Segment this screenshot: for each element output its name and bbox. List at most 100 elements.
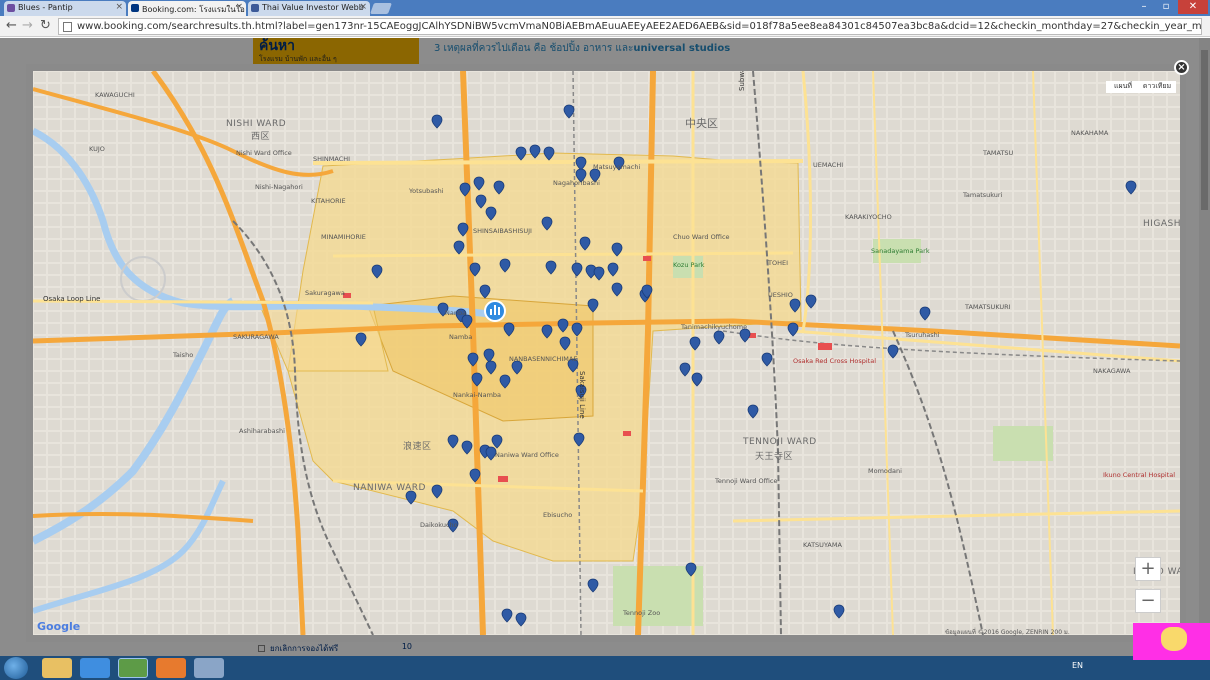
- tab-close-icon[interactable]: ×: [235, 2, 243, 12]
- booking-favicon-icon: [131, 4, 139, 12]
- desktop-pet-widget: [1133, 623, 1210, 660]
- label-sanadayama-park: Sanadayama Park: [871, 247, 930, 255]
- maximize-icon[interactable]: ▫: [1156, 0, 1176, 14]
- label-nanba: Nanba: [445, 309, 467, 317]
- tab-thaivi[interactable]: Thai Value Investor Webb ×: [248, 1, 370, 16]
- google-logo[interactable]: Google: [37, 620, 80, 633]
- zoom-out-button[interactable]: −: [1135, 589, 1161, 613]
- label-katsuyama: KATSUYAMA: [803, 541, 842, 549]
- bear-icon: [1161, 627, 1187, 651]
- url-input[interactable]: www.booking.com/searchresults.th.html?la…: [58, 18, 1202, 35]
- label-ebisucho: Ebisucho: [543, 511, 573, 519]
- label-tanimachi-line: Subway Tanimachi Line: [738, 71, 746, 91]
- label-tohei: TOHEI: [768, 259, 788, 267]
- label-tanimachi-station: Tanimachikyuchome: [681, 323, 748, 331]
- label-naniwa-ward-en: NANIWA WARD: [353, 483, 426, 493]
- label-chuo-ward-office: Chuo Ward Office: [673, 233, 730, 241]
- tab-close-icon[interactable]: ×: [115, 2, 123, 12]
- label-nakahama: NAKAHAMA: [1071, 129, 1109, 137]
- label-namba-station: Namba: [449, 333, 473, 341]
- label-minamihorie: MINAMIHORIE: [321, 233, 366, 241]
- label-uemachi: UEMACHI: [813, 161, 844, 169]
- label-kawaguchi: KAWAGUCHI: [95, 91, 135, 99]
- map-type-satellite[interactable]: ดาวเทียม: [1140, 81, 1174, 92]
- label-tsuruhashi-station: Tsuruhashi: [905, 331, 940, 339]
- label-yotsubashi: Yotsubashi: [409, 187, 444, 195]
- label-nanbasennichimae: NANBASENNICHIMAE: [509, 355, 578, 363]
- label-ueshio: UESHIO: [768, 291, 793, 299]
- tab-title: Booking.com: โรงแรมในโอ: [142, 5, 245, 14]
- window-close-icon[interactable]: ✕: [1178, 0, 1208, 14]
- label-daikokucho: Daikokucho: [420, 521, 458, 529]
- chrome-icon[interactable]: [118, 658, 148, 678]
- label-red-cross-hospital: Osaka Red Cross Hospital: [793, 357, 877, 365]
- label-shinmachi: SHINMACHI: [313, 155, 351, 163]
- label-kujo: KUJO: [89, 145, 105, 153]
- label-sakuragawa: SAKURAGAWA: [233, 333, 279, 341]
- label-taisho: Taisho: [173, 351, 194, 359]
- station-marker: [623, 431, 631, 436]
- cluster-marker: [484, 300, 506, 322]
- internet-explorer-icon[interactable]: [80, 658, 110, 678]
- label-tamatsu: TAMATSU: [983, 149, 1014, 157]
- minimize-icon[interactable]: –: [1134, 0, 1154, 14]
- label-higashi: HIGASHI: [1143, 219, 1180, 229]
- app-icon[interactable]: [194, 658, 224, 678]
- back-arrow-icon[interactable]: ←: [6, 19, 17, 33]
- tab-close-icon[interactable]: ×: [359, 2, 367, 12]
- park-nakagawa: [993, 426, 1053, 461]
- map-attribution[interactable]: ข้อมูลแผนที่ ©2016 Google, ZENRIN 200 ม.: [945, 627, 1070, 637]
- label-nankai-namba: Nankai-Namba: [453, 391, 502, 399]
- label-tennoji-ward: TENNOJI WARD: [743, 437, 817, 447]
- tab-pantip[interactable]: Blues - Pantip ×: [4, 1, 126, 16]
- label-naniwa-ward-office: Naniwa Ward Office: [495, 451, 559, 459]
- label-kozu-park: Kozu Park: [673, 261, 705, 269]
- label-tennoji-ward-jp: 天王寺区: [755, 452, 794, 462]
- label-karakiyocho: KARAKIYOCHO: [845, 213, 892, 221]
- label-tennoji-ward-office: Tennoji Ward Office: [715, 477, 778, 485]
- label-ashiharabashi: Ashiharabashi: [239, 427, 285, 435]
- label-nishinagahori: Nishi-Nagahori: [255, 183, 303, 191]
- label-ikuno-hospital: Ikuno Central Hospital: [1103, 471, 1176, 479]
- road-nagahori-top: [312, 159, 804, 165]
- thaivi-favicon-icon: [251, 4, 259, 12]
- tab-booking[interactable]: Booking.com: โรงแรมในโอ ×: [128, 1, 246, 16]
- close-map-button[interactable]: ×: [1174, 60, 1189, 75]
- file-explorer-icon[interactable]: [42, 658, 72, 678]
- tab-title: Thai Value Investor Webb: [262, 3, 364, 12]
- url-text: www.booking.com/searchresults.th.html?la…: [77, 21, 1202, 32]
- label-sakaisuji-line: Sakaisuji Line: [578, 371, 586, 419]
- hospital-marker: [818, 343, 832, 350]
- label-nishi-ward-jp: 西区: [251, 132, 271, 142]
- label-osaka-loop-line: Osaka Loop Line: [43, 295, 101, 303]
- zoom-in-button[interactable]: +: [1135, 557, 1161, 581]
- label-tamatsukuri-station: Tamatsukuri: [963, 191, 1003, 199]
- map-type-toggle[interactable]: แผนที่ ดาวเทียม: [1106, 81, 1176, 93]
- windows-taskbar: EN: [0, 656, 1210, 680]
- label-kitahorie: KITAHORIE: [311, 197, 346, 205]
- new-tab-button[interactable]: [369, 3, 393, 14]
- language-indicator[interactable]: EN: [1072, 661, 1083, 670]
- pantip-favicon-icon: [7, 4, 15, 12]
- label-nishi-ward: NISHI WARD: [226, 119, 287, 129]
- label-tamatsukuri-area: TAMATSUKURI: [965, 303, 1011, 311]
- label-sakuragawa-station: Sakuragawa: [305, 289, 345, 297]
- map-canvas[interactable]: NISHI WARD 西区 浪速区 NANIWA WARD TENNOJI WA…: [33, 71, 1180, 635]
- label-nakagawa: NAKAGAWA: [1093, 367, 1131, 375]
- station-marker: [643, 256, 651, 261]
- station-marker: [498, 476, 508, 482]
- start-button[interactable]: [4, 657, 28, 679]
- map-type-map[interactable]: แผนที่: [1106, 81, 1140, 92]
- label-matsuyamachi: Matsuyamachi: [593, 163, 641, 171]
- label-tennoji-zoo: Tennoji Zoo: [623, 609, 661, 617]
- forward-arrow-icon[interactable]: →: [22, 19, 33, 33]
- label-shinsaibashisuji: SHINSAIBASHISUJI: [473, 227, 532, 235]
- tab-title: Blues - Pantip: [18, 3, 73, 12]
- firefox-icon[interactable]: [156, 658, 186, 678]
- label-nishi-ward-office: Nishi Ward Office: [236, 149, 292, 157]
- reload-icon[interactable]: ↻: [40, 19, 51, 33]
- label-momodani-station: Momodani: [868, 467, 902, 475]
- browser-tab-bar: Blues - Pantip × Booking.com: โรงแรมในโอ…: [0, 0, 1210, 16]
- label-naniwa-ward-jp: 浪速区: [403, 442, 432, 452]
- label-nagahoribashi: Nagahoribashi: [553, 179, 600, 187]
